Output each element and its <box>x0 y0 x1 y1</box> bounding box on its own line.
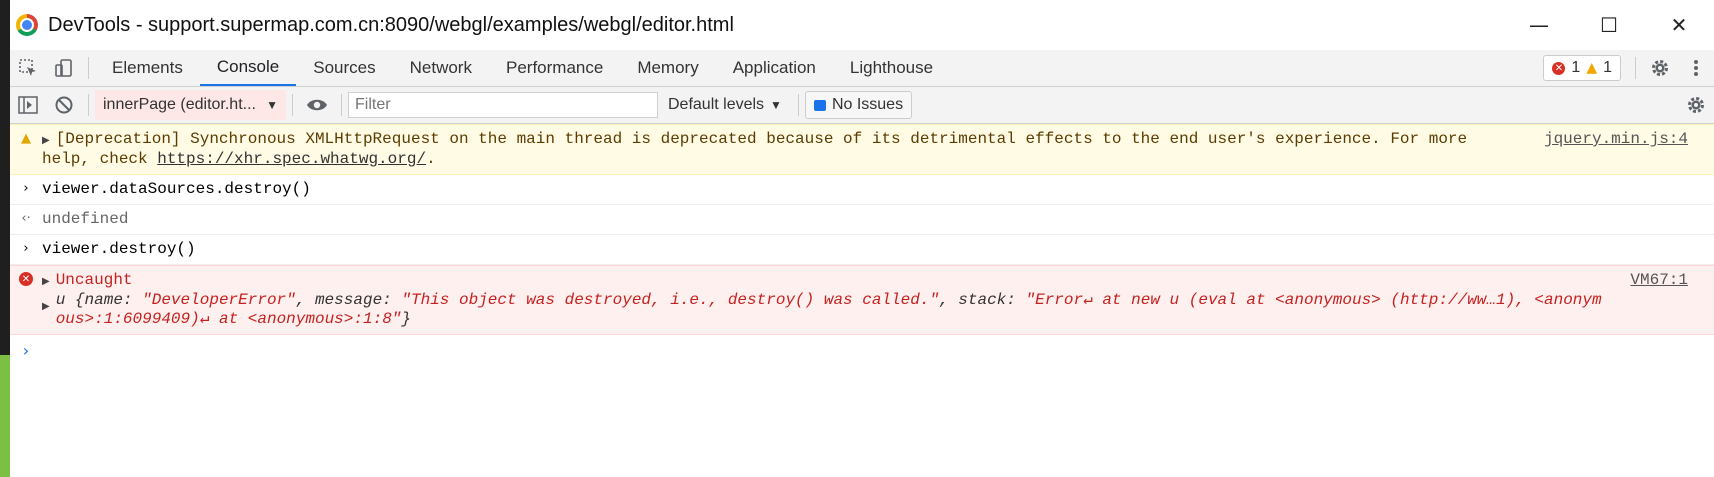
inspect-element-icon[interactable] <box>10 50 46 86</box>
error-name-value: "DeveloperError" <box>142 291 296 309</box>
console-input-row: › viewer.destroy() <box>10 235 1714 265</box>
message-key: , message: <box>295 291 402 309</box>
divider <box>292 94 293 116</box>
warning-icon: ▲ <box>1586 60 1598 76</box>
tab-sources[interactable]: Sources <box>296 50 392 86</box>
stack-key: , stack: <box>939 291 1026 309</box>
log-levels-dropdown[interactable]: Default levels ▼ <box>658 96 792 114</box>
input-caret-icon: › <box>23 241 29 256</box>
console-input: viewer.dataSources.destroy() <box>42 180 311 198</box>
title-bar: DevTools - support.supermap.com.cn:8090/… <box>10 0 1714 50</box>
expand-arrow-icon[interactable]: ▶ <box>42 276 50 287</box>
console-messages: ▲ ▶ [Deprecation] Synchronous XMLHttpRequ… <box>10 124 1714 360</box>
divider <box>1635 57 1636 79</box>
chrome-logo-icon <box>16 14 38 36</box>
error-icon: ✕ <box>19 272 33 286</box>
error-stack-value-line1: "Error↵ at new u (eval at <anonymous> (h… <box>1025 291 1602 309</box>
tab-memory[interactable]: Memory <box>620 50 715 86</box>
clear-console-icon[interactable] <box>46 87 82 123</box>
divider <box>797 94 799 116</box>
window-controls: — ☐ ✕ <box>1504 0 1714 50</box>
console-output-row: ‹· undefined <box>10 205 1714 235</box>
warning-triangle-icon: ▲ <box>21 131 31 146</box>
console-output: undefined <box>42 210 129 228</box>
warning-source-link[interactable]: jquery.min.js:4 <box>1544 130 1688 148</box>
warning-help-suffix: . <box>426 150 436 168</box>
issues-button[interactable]: No Issues <box>804 91 913 119</box>
log-levels-label: Default levels <box>668 96 765 113</box>
expand-arrow-icon[interactable]: ▶ <box>42 135 50 146</box>
device-toolbar-icon[interactable] <box>46 50 82 86</box>
sidebar-toggle-icon[interactable] <box>10 87 46 123</box>
tab-elements[interactable]: Elements <box>95 50 200 86</box>
issues-label: No Issues <box>831 96 904 113</box>
divider <box>341 94 342 116</box>
maximize-button[interactable]: ☐ <box>1574 0 1644 50</box>
issues-icon <box>813 99 826 111</box>
divider <box>88 57 89 79</box>
object-prefix: u {name: <box>55 291 143 309</box>
issue-counter[interactable]: ✕ 1 ▲ 1 <box>1543 55 1621 81</box>
error-stack-value-line2: ous>:1:6099409)↵ at <anonymous>:1:8" <box>55 310 402 328</box>
settings-gear-icon[interactable] <box>1642 50 1678 86</box>
console-input: viewer.destroy() <box>42 240 196 258</box>
filter-input[interactable] <box>348 92 658 118</box>
return-arrow-icon: ‹· <box>21 211 31 226</box>
prompt-caret-icon: › <box>22 341 30 360</box>
expand-object-arrow-icon[interactable]: ▶ <box>42 297 50 329</box>
warning-text: [Deprecation] Synchronous XMLHttpRequest… <box>55 130 1468 148</box>
warning-count: 1 <box>1603 59 1612 76</box>
error-source-link[interactable]: VM67:1 <box>1630 271 1688 289</box>
warning-help-prefix: help, check <box>42 150 158 168</box>
error-count: 1 <box>1571 59 1581 76</box>
spec-link[interactable]: https://xhr.spec.whatwg.org/ <box>157 150 426 168</box>
chevron-down-icon: ▼ <box>770 98 782 112</box>
minimize-button[interactable]: — <box>1504 0 1574 50</box>
devtools-window: DevTools - support.supermap.com.cn:8090/… <box>10 0 1714 477</box>
error-icon: ✕ <box>1552 61 1566 75</box>
error-message: ✕ ▶ Uncaught ▶ u {name: "DeveloperError",… <box>10 265 1714 335</box>
tab-network[interactable]: Network <box>393 50 489 86</box>
divider <box>88 94 89 116</box>
tab-application[interactable]: Application <box>716 50 833 86</box>
console-prompt-row[interactable]: › <box>10 335 1714 360</box>
console-prompt-input[interactable] <box>42 335 1714 360</box>
tab-console[interactable]: Console <box>199 50 297 86</box>
live-expression-eye-icon[interactable] <box>299 87 335 123</box>
error-title: Uncaught <box>55 271 133 289</box>
context-label: innerPage (editor.ht... <box>103 96 256 113</box>
console-settings-gear-icon[interactable] <box>1678 87 1714 123</box>
object-closing-brace: } <box>401 310 411 328</box>
tab-lighthouse[interactable]: Lighthouse <box>833 50 950 86</box>
warning-message: ▲ ▶ [Deprecation] Synchronous XMLHttpRequ… <box>10 124 1714 175</box>
window-title: DevTools - support.supermap.com.cn:8090/… <box>48 13 734 36</box>
background-green-area <box>0 355 10 477</box>
context-selector[interactable]: innerPage (editor.ht... ▼ <box>95 90 286 120</box>
more-options-icon[interactable] <box>1678 50 1714 86</box>
console-toolbar: innerPage (editor.ht... ▼ Default levels… <box>10 87 1714 124</box>
input-caret-icon: › <box>23 181 29 196</box>
tab-performance[interactable]: Performance <box>489 50 620 86</box>
console-input-row: › viewer.dataSources.destroy() <box>10 175 1714 205</box>
close-button[interactable]: ✕ <box>1644 0 1714 50</box>
panel-tab-bar: Elements Console Sources Network Perform… <box>10 50 1714 87</box>
error-message-value: "This object was destroyed, i.e., destro… <box>401 291 940 309</box>
chevron-down-icon: ▼ <box>266 98 278 112</box>
background-window-edge <box>0 0 10 477</box>
